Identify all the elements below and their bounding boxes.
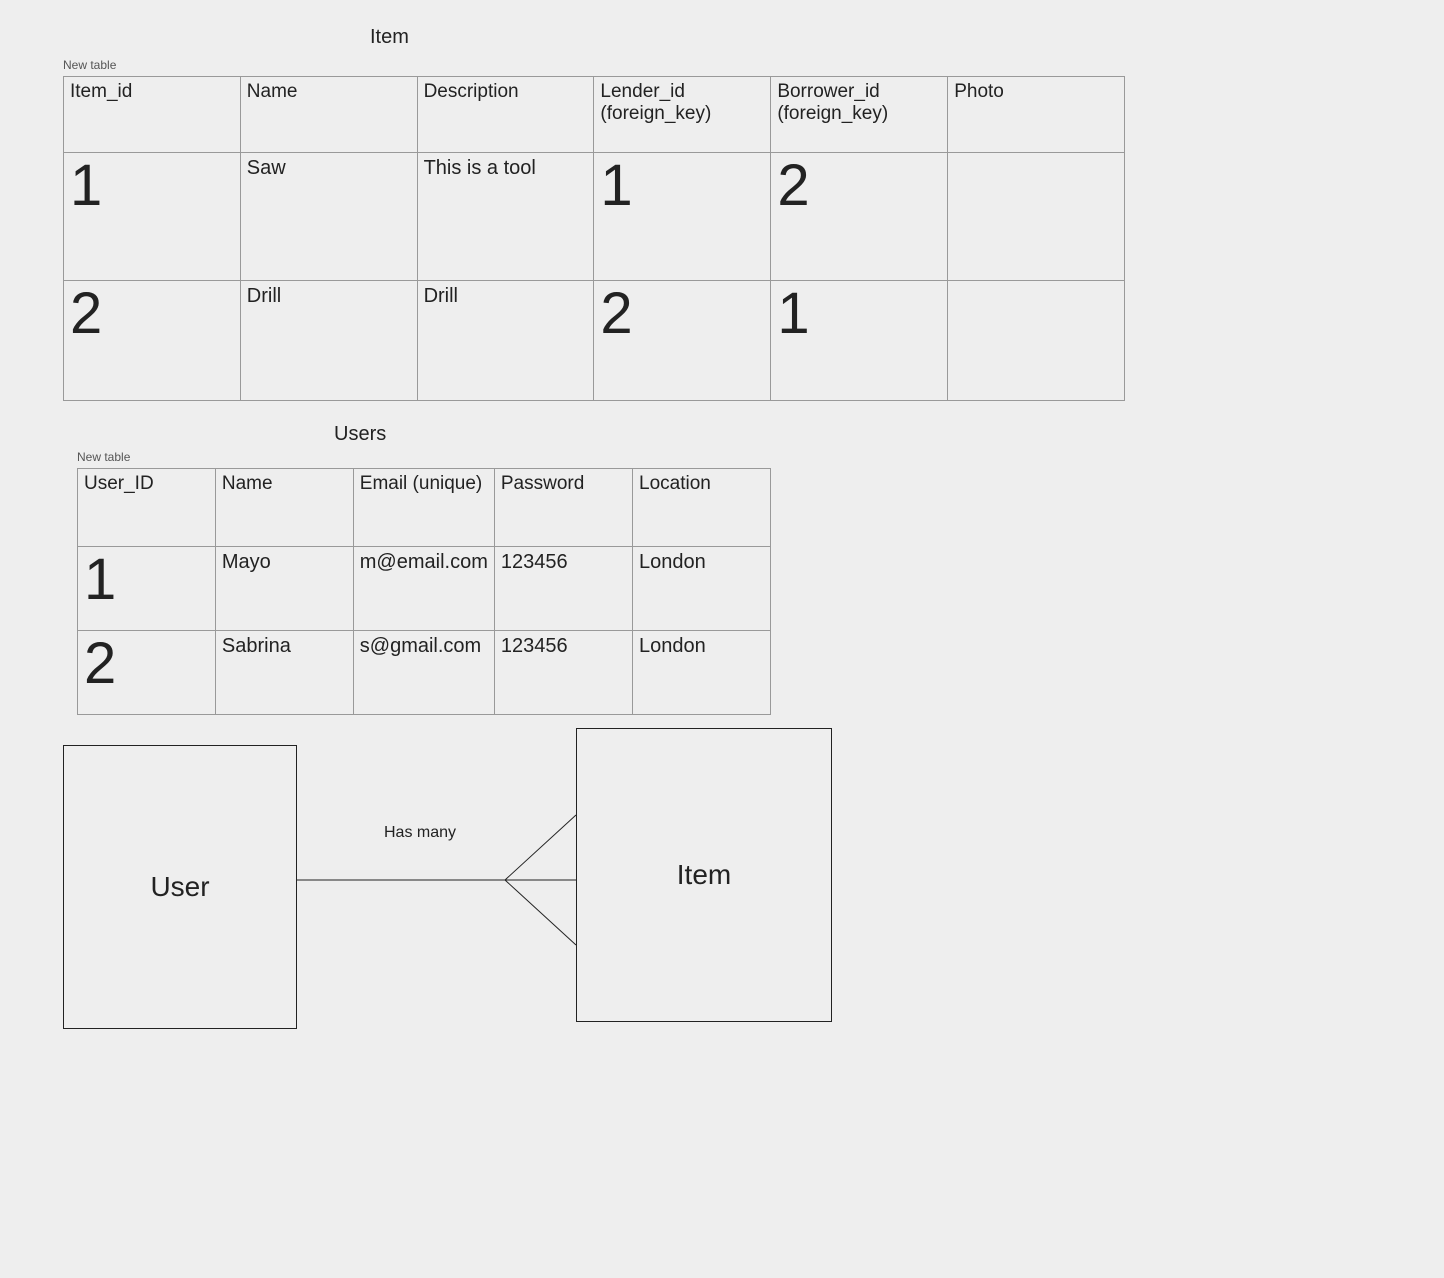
erd-user-box: User: [63, 745, 297, 1029]
item-col-description: Description: [417, 77, 594, 153]
users-cell-password: 123456: [494, 631, 632, 715]
item-cell-photo: [948, 281, 1125, 401]
item-col-photo: Photo: [948, 77, 1125, 153]
users-col-email: Email (unique): [353, 469, 494, 547]
users-cell-name: Sabrina: [215, 631, 353, 715]
users-cell-user-id: 2: [78, 631, 216, 715]
users-cell-password: 123456: [494, 547, 632, 631]
users-cell-location: London: [633, 631, 771, 715]
table-row: 2 Drill Drill 2 1: [64, 281, 1125, 401]
item-cell-name: Saw: [240, 153, 417, 281]
item-cell-description: This is a tool: [417, 153, 594, 281]
table-row: 1 Saw This is a tool 1 2: [64, 153, 1125, 281]
item-cell-lender-id: 1: [594, 153, 771, 281]
users-col-password: Password: [494, 469, 632, 547]
item-cell-item-id: 2: [64, 281, 241, 401]
users-col-name: Name: [215, 469, 353, 547]
item-col-item-id: Item_id: [64, 77, 241, 153]
users-new-table-label: New table: [77, 450, 130, 464]
item-cell-borrower-id: 1: [771, 281, 948, 401]
item-cell-photo: [948, 153, 1125, 281]
item-table: Item_id Name Description Lender_id (fore…: [63, 76, 1125, 401]
users-col-location: Location: [633, 469, 771, 547]
item-cell-description: Drill: [417, 281, 594, 401]
users-table: User_ID Name Email (unique) Password Loc…: [77, 468, 771, 715]
erd-item-label: Item: [677, 859, 731, 891]
users-cell-email: s@gmail.com: [353, 631, 494, 715]
item-new-table-label: New table: [63, 58, 116, 72]
users-cell-location: London: [633, 547, 771, 631]
item-col-borrower-id: Borrower_id (foreign_key): [771, 77, 948, 153]
item-cell-item-id: 1: [64, 153, 241, 281]
item-cell-lender-id: 2: [594, 281, 771, 401]
users-col-user-id: User_ID: [78, 469, 216, 547]
users-table-title: Users: [334, 423, 386, 446]
item-table-title: Item: [370, 26, 409, 49]
item-cell-borrower-id: 2: [771, 153, 948, 281]
erd-item-box: Item: [576, 728, 832, 1022]
users-cell-email: m@email.com: [353, 547, 494, 631]
erd-user-label: User: [150, 871, 209, 903]
item-cell-name: Drill: [240, 281, 417, 401]
users-cell-name: Mayo: [215, 547, 353, 631]
table-row: 1 Mayo m@email.com 123456 London: [78, 547, 771, 631]
table-row: 2 Sabrina s@gmail.com 123456 London: [78, 631, 771, 715]
users-cell-user-id: 1: [78, 547, 216, 631]
item-col-lender-id: Lender_id (foreign_key): [594, 77, 771, 153]
item-col-name: Name: [240, 77, 417, 153]
erd-relation-label: Has many: [384, 824, 456, 842]
